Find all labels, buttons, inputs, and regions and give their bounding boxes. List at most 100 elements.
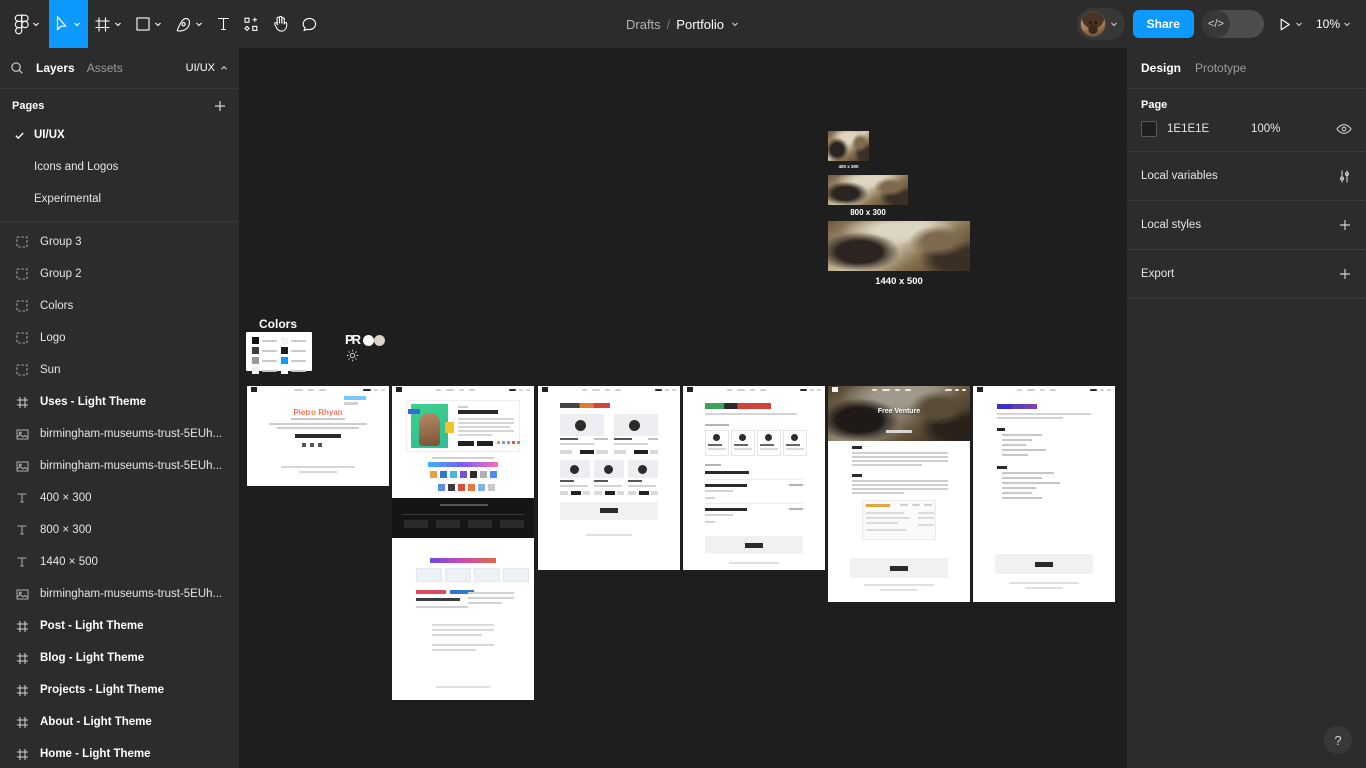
- local-variables-row[interactable]: Local variables: [1127, 152, 1366, 201]
- layer-row[interactable]: Group 3: [0, 226, 239, 258]
- page-color-hex[interactable]: 1E1E1E: [1167, 123, 1241, 135]
- artboard-hero-title: Free Venture: [877, 408, 921, 415]
- color-swatch-button[interactable]: [1141, 121, 1157, 137]
- plus-icon[interactable]: [1338, 267, 1352, 281]
- swatch-row: [281, 337, 306, 344]
- layer-row[interactable]: Post - Light Theme: [0, 610, 239, 642]
- artboard-uses-light-theme[interactable]: [973, 386, 1115, 602]
- layer-row[interactable]: Uses - Light Theme: [0, 386, 239, 418]
- pen-tool-icon: [175, 16, 192, 33]
- artboard-post-light-theme[interactable]: Free Venture: [828, 386, 970, 602]
- chevron-down-icon: [33, 22, 39, 27]
- swatch-row: [281, 367, 306, 374]
- local-styles-row[interactable]: Local styles: [1127, 201, 1366, 250]
- text-tool-button[interactable]: [210, 0, 237, 48]
- layer-row[interactable]: Blog - Light Theme: [0, 642, 239, 674]
- zoom-menu-button[interactable]: 10%: [1314, 0, 1354, 48]
- layer-row[interactable]: Sun: [0, 354, 239, 386]
- page-section-title: Page: [1141, 99, 1168, 111]
- left-sidebar: Layers Assets UI/UX Pages UI/UX Icons an…: [0, 48, 240, 768]
- artboard-about-light-theme[interactable]: [392, 386, 534, 700]
- actions-tool-button[interactable]: [237, 0, 266, 48]
- figma-logo-icon: [14, 14, 29, 35]
- canvas-viewport[interactable]: Colors PR 400 x 300 800 x 300 1440 x 500…: [240, 48, 1126, 768]
- swatch-row: [252, 337, 277, 344]
- dev-mode-toggle[interactable]: </>: [1201, 10, 1264, 38]
- layer-row[interactable]: 400 × 300: [0, 482, 239, 514]
- layer-row[interactable]: Colors: [0, 290, 239, 322]
- page-item-ui-ux[interactable]: UI/UX: [0, 119, 239, 151]
- layer-label: Logo: [40, 332, 66, 344]
- logo-monogram[interactable]: PR: [345, 333, 361, 346]
- breadcrumb-separator: /: [666, 16, 671, 32]
- help-button[interactable]: ?: [1324, 726, 1352, 754]
- frame-tool-button[interactable]: [88, 0, 129, 48]
- colors-swatch-card[interactable]: [246, 332, 312, 374]
- move-tool-button[interactable]: [49, 0, 88, 48]
- pen-tool-button[interactable]: [169, 0, 210, 48]
- text-icon: [14, 524, 30, 536]
- layer-row[interactable]: birmingham-museums-trust-5EUh...: [0, 418, 239, 450]
- page-selector[interactable]: UI/UX: [186, 62, 229, 74]
- sun-icon[interactable]: [346, 349, 359, 362]
- color-swatch: [281, 347, 288, 354]
- user-menu[interactable]: [1076, 8, 1125, 40]
- layer-row[interactable]: birmingham-museums-trust-5EUh...: [0, 578, 239, 610]
- layer-row[interactable]: Logo: [0, 322, 239, 354]
- swatch-row: [281, 347, 306, 354]
- image-caption: 400 x 300: [838, 164, 859, 169]
- image-asset-1440x500[interactable]: [828, 221, 970, 271]
- logo-dot-dark[interactable]: [374, 335, 385, 346]
- present-button[interactable]: [1272, 0, 1306, 48]
- group-icon: [14, 236, 30, 248]
- layer-label: About - Light Theme: [40, 716, 152, 728]
- artboard-navbar: [683, 386, 825, 393]
- figma-menu-button[interactable]: [0, 0, 49, 48]
- group-icon: [14, 332, 30, 344]
- page-item-icons-and-logos[interactable]: Icons and Logos: [0, 151, 239, 183]
- tab-prototype[interactable]: Prototype: [1195, 61, 1246, 75]
- tab-design[interactable]: Design: [1141, 61, 1181, 75]
- artboard-projects-light-theme[interactable]: [538, 386, 680, 570]
- share-button[interactable]: Share: [1132, 10, 1194, 38]
- image-asset-400x300[interactable]: [828, 131, 869, 161]
- plus-icon[interactable]: [1338, 218, 1352, 232]
- breadcrumb-project[interactable]: Drafts: [626, 17, 661, 32]
- shape-tool-button[interactable]: [129, 0, 169, 48]
- layer-row[interactable]: 800 × 300: [0, 514, 239, 546]
- tab-layers[interactable]: Layers: [36, 61, 75, 75]
- figma-app-window: Drafts / Portfolio Share </> 10% Layers …: [0, 0, 1366, 768]
- swatch-row: [252, 367, 277, 374]
- breadcrumb-file-name[interactable]: Portfolio: [676, 17, 724, 32]
- artboard-blog-light-theme[interactable]: [683, 386, 825, 570]
- artboard-navbar: [538, 386, 680, 393]
- chevron-down-icon[interactable]: [730, 19, 740, 29]
- logo-dot-light[interactable]: [363, 335, 374, 346]
- swatch-caption: [262, 359, 277, 362]
- local-styles-label: Local styles: [1141, 219, 1202, 231]
- page-selector-label: UI/UX: [185, 62, 215, 74]
- add-page-button[interactable]: [213, 99, 227, 113]
- artboard-home-light-theme[interactable]: Pietro Rhyan: [247, 386, 389, 486]
- layer-row[interactable]: Projects - Light Theme: [0, 674, 239, 706]
- visibility-eye-icon[interactable]: [1336, 123, 1352, 135]
- layer-label: Group 3: [40, 236, 82, 248]
- layer-label: birmingham-museums-trust-5EUh...: [40, 460, 223, 472]
- sliders-icon[interactable]: [1337, 169, 1352, 184]
- layer-row[interactable]: Group 2: [0, 258, 239, 290]
- search-icon[interactable]: [10, 61, 24, 75]
- layer-row[interactable]: About - Light Theme: [0, 706, 239, 738]
- image-asset-800x300[interactable]: [828, 175, 908, 205]
- layer-row[interactable]: Home - Light Theme: [0, 738, 239, 768]
- hand-tool-button[interactable]: [266, 0, 295, 48]
- page-item-experimental[interactable]: Experimental: [0, 183, 239, 215]
- image-icon: [14, 460, 30, 473]
- layer-row[interactable]: birmingham-museums-trust-5EUh...: [0, 450, 239, 482]
- export-row[interactable]: Export: [1127, 250, 1366, 299]
- layer-row[interactable]: 1440 × 500: [0, 546, 239, 578]
- tab-assets[interactable]: Assets: [87, 61, 123, 75]
- page-item-label: Icons and Logos: [34, 161, 119, 173]
- page-color-opacity[interactable]: 100%: [1251, 123, 1280, 135]
- page-properties-section: Page 1E1E1E 100%: [1127, 89, 1366, 152]
- comment-tool-button[interactable]: [295, 0, 324, 48]
